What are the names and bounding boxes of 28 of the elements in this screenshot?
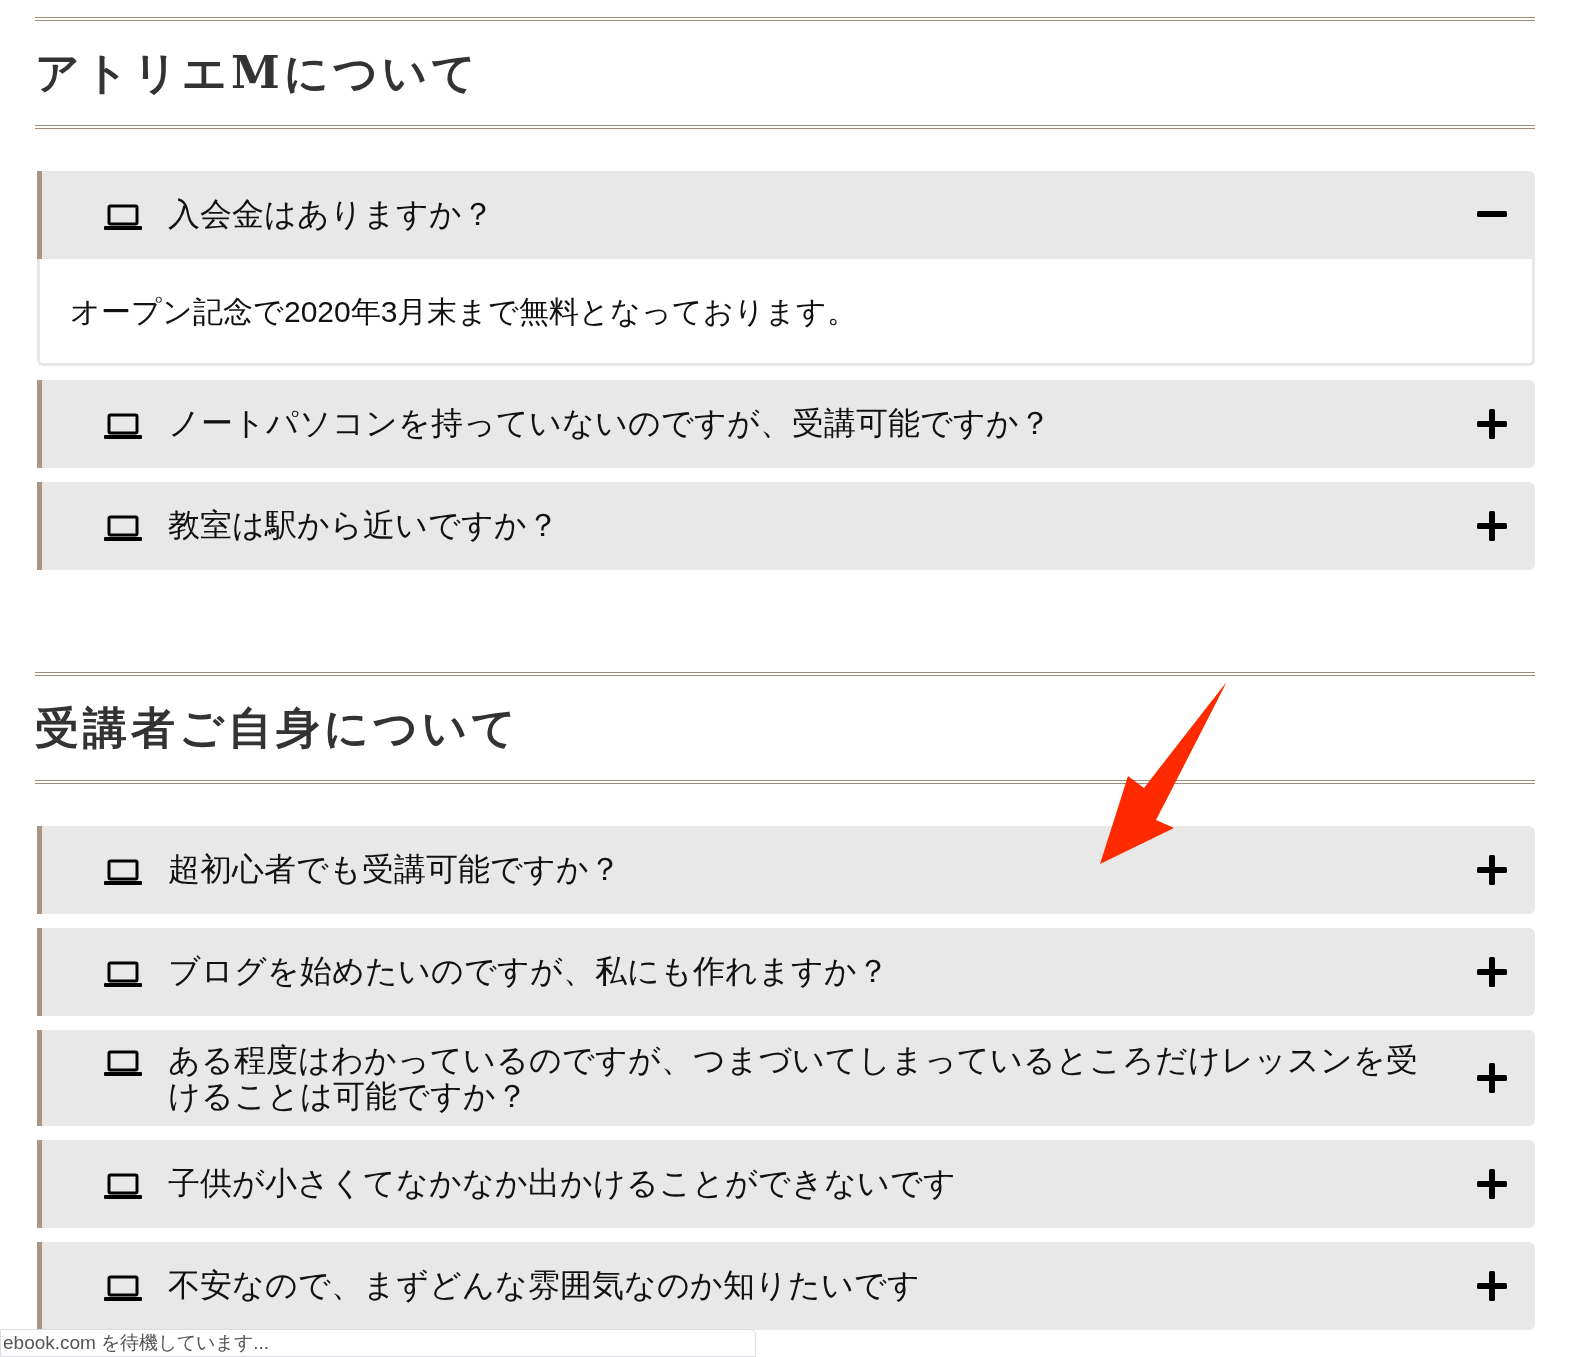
question-text: 不安なので、まずどんな雰囲気なのか知りたいです (168, 1267, 920, 1303)
question-text: ある程度はわかっているのですが、つまづいてしまっているところだけレッスンを受けることは可能ですか？ (168, 1042, 1419, 1114)
question-text: 入会金はありますか？ (168, 196, 494, 232)
laptop-icon (104, 1172, 142, 1200)
question-text: ノートパソコンを持っていないのですが、受講可能ですか？ (168, 405, 1051, 441)
section-heading: アトリエMについて (35, 46, 481, 100)
question-toggle[interactable]: ノートパソコンを持っていないのですが、受講可能ですか？ (37, 380, 1535, 468)
question-text: 超初心者でも受講可能ですか？ (168, 851, 621, 887)
laptop-icon (104, 960, 142, 988)
question-toggle[interactable]: 子供が小さくてなかなか出かけることができないです (37, 1140, 1535, 1228)
laptop-icon (104, 858, 142, 886)
question-toggle[interactable]: 超初心者でも受講可能ですか？ (37, 826, 1535, 914)
question-toggle[interactable]: 入会金はありますか？ (37, 171, 1535, 259)
question-toggle[interactable]: ある程度はわかっているのですが、つまづいてしまっているところだけレッスンを受けることは可能ですか？ (37, 1030, 1535, 1126)
section-heading: 受講者ご自身について (35, 701, 521, 755)
laptop-icon (104, 1274, 142, 1302)
laptop-icon (104, 203, 142, 231)
answer-text: オープン記念で2020年3月末まで無料となっております。 (70, 293, 858, 330)
laptop-icon (104, 412, 142, 440)
status-text: ebook.com を待機しています... (2, 1330, 270, 1355)
question-text: 子供が小さくてなかなか出かけることができないです (168, 1165, 956, 1201)
laptop-icon (104, 1049, 142, 1077)
question-toggle[interactable]: 教室は駅から近いですか？ (37, 482, 1535, 570)
laptop-icon (104, 514, 142, 542)
question-text: 教室は駅から近いですか？ (168, 507, 559, 543)
question-toggle[interactable]: ブログを始めたいのですが、私にも作れますか？ (37, 928, 1535, 1016)
question-text: ブログを始めたいのですが、私にも作れますか？ (168, 953, 889, 989)
question-toggle[interactable]: 不安なので、まずどんな雰囲気なのか知りたいです (37, 1242, 1535, 1330)
